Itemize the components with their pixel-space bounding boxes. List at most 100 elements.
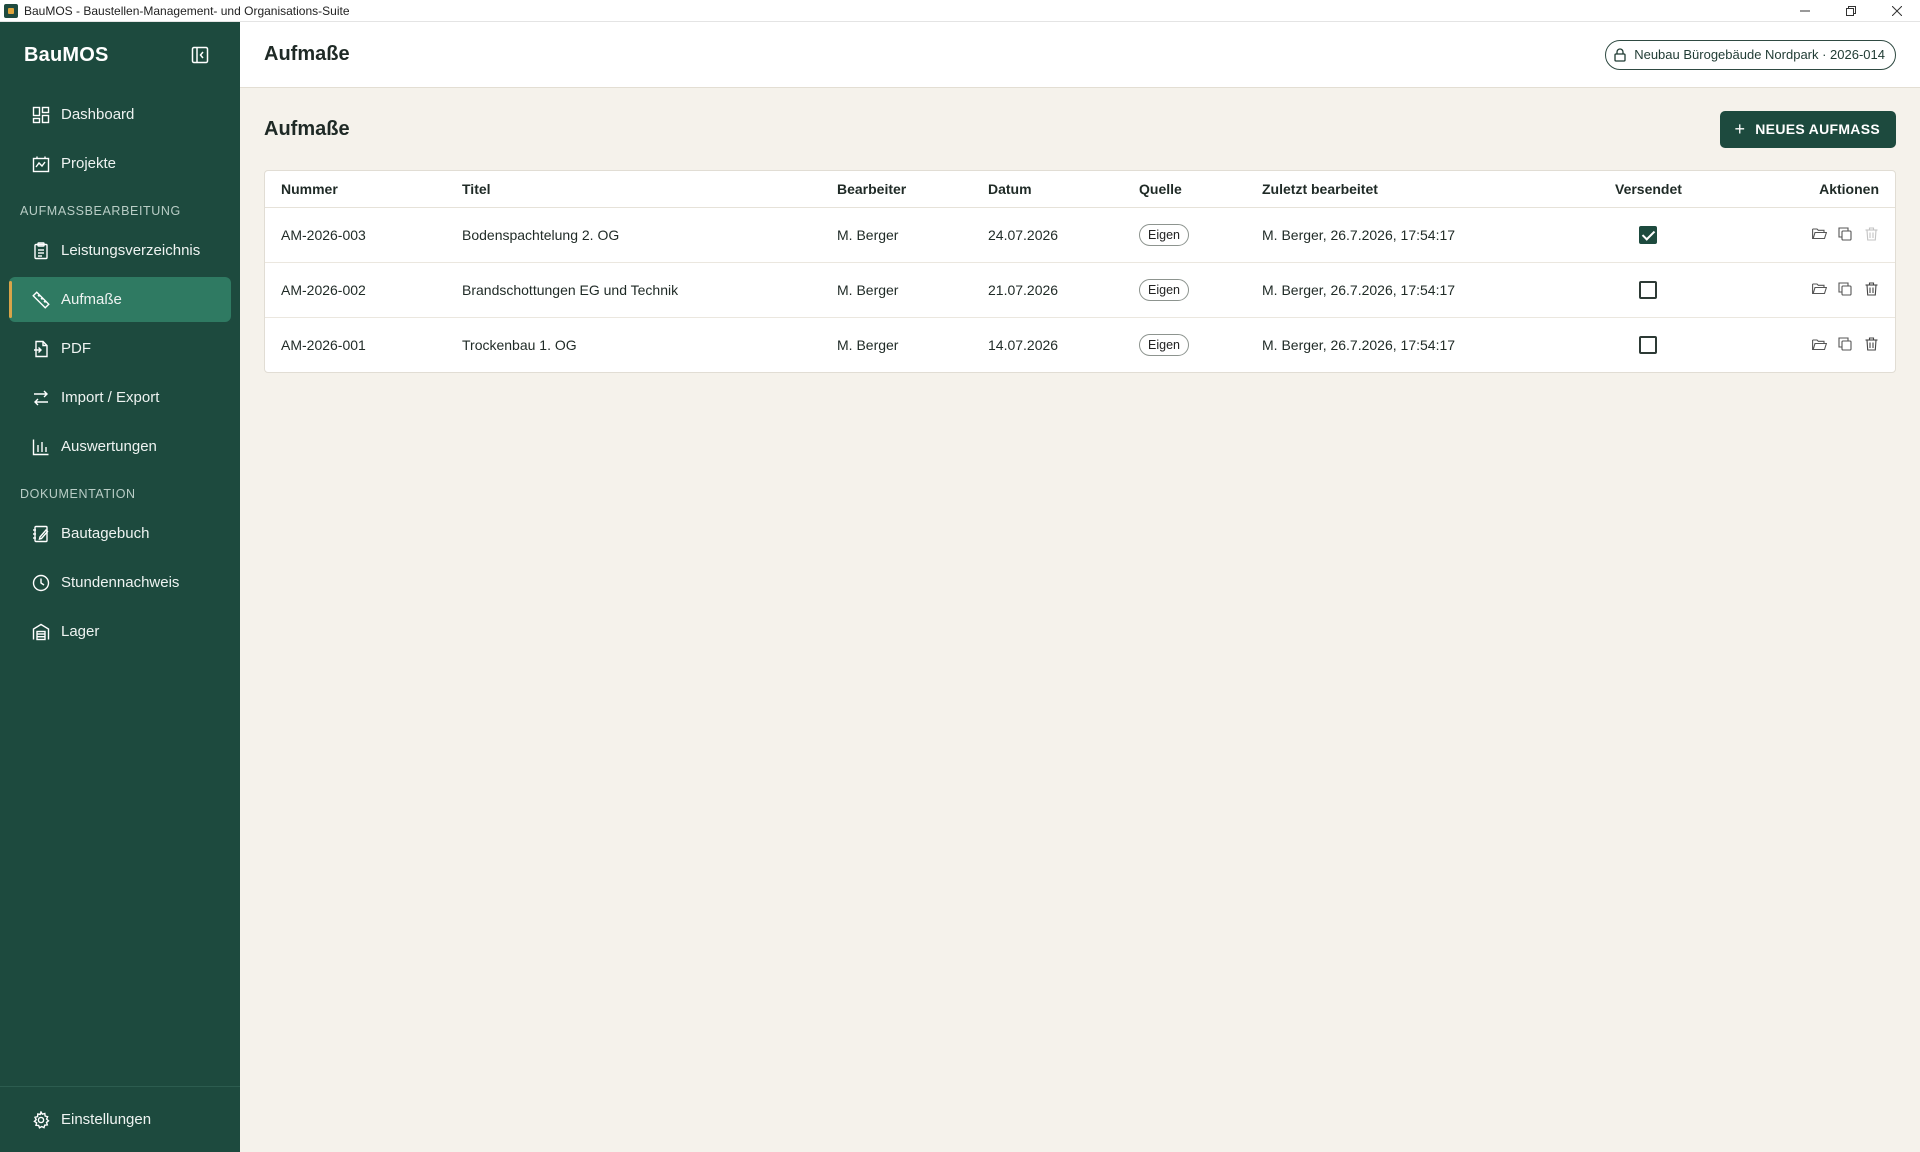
aufmass-table: Nummer Titel Bearbeiter Datum Quelle Zul… [265,171,1895,372]
sidebar: BauMOS Dashboard Projekte AUFMASSBEARBEI… [0,22,240,1152]
header-title: Aufmaße [264,43,350,65]
minimize-icon[interactable] [1782,0,1828,22]
window-titlebar: BauMOS - Baustellen-Management- und Orga… [0,0,1920,22]
sidebar-item-stundennachweis[interactable]: Stundennachweis [9,560,231,605]
close-icon[interactable] [1874,0,1920,22]
sidebar-item-pdf[interactable]: PDF [9,326,231,371]
cell-versendet [1599,262,1698,318]
open-folder-icon[interactable] [1811,226,1827,242]
column-header-quelle[interactable]: Quelle [1123,171,1246,208]
delete-icon[interactable] [1863,281,1879,297]
restore-icon[interactable] [1828,0,1874,22]
sidebar-item-label: Bautagebuch [61,525,150,542]
cell-versendet [1599,317,1698,372]
sidebar-item-auswertungen[interactable]: Auswertungen [9,424,231,469]
source-badge: Eigen [1139,278,1189,301]
cell-aktionen [1697,262,1895,318]
cell-nummer: AM-2026-002 [265,262,446,318]
cell-titel: Brandschottungen EG und Technik [446,262,821,318]
sidebar-item-einstellungen[interactable]: Einstellungen [9,1097,231,1142]
open-folder-icon[interactable] [1811,336,1827,352]
sidebar-item-leistungsverzeichnis[interactable]: Leistungsverzeichnis [9,228,231,273]
sidebar-item-label: Projekte [61,155,117,172]
cell-versendet [1599,207,1698,263]
sidebar-footer: Einstellungen [0,1086,240,1152]
sidebar-item-label: PDF [61,340,91,357]
dashboard-icon [31,105,51,125]
sidebar-item-lager[interactable]: Lager [9,609,231,654]
sidebar-item-label: Lager [61,623,100,640]
brand-row: BauMOS [0,22,240,88]
cell-bearbeiter: M. Berger [821,262,972,318]
table-row[interactable]: AM-2026-002 Brandschottungen EG und Tech… [265,262,1895,318]
table-row[interactable]: AM-2026-003 Bodenspachtelung 2. OG M. Be… [265,207,1895,263]
column-header-bearbeiter[interactable]: Bearbeiter [821,171,972,208]
clipboard-icon [31,241,51,261]
source-badge: Eigen [1139,333,1189,356]
column-header-aktionen: Aktionen [1697,171,1895,208]
column-header-zuletzt[interactable]: Zuletzt bearbeitet [1246,171,1599,208]
project-selector[interactable]: Neubau Bürogebäude Nordpark · 2026-014 [1605,39,1896,70]
versendet-checkbox[interactable] [1639,280,1658,299]
column-header-datum[interactable]: Datum [972,171,1123,208]
sidebar-item-import-export[interactable]: Import / Export [9,375,231,420]
new-aufmass-label: NEUES AUFMASS [1755,121,1880,137]
project-label: Neubau Bürogebäude Nordpark · 2026-014 [1634,47,1885,62]
warehouse-icon [31,622,51,642]
table-row[interactable]: AM-2026-001 Trockenbau 1. OG M. Berger 1… [265,317,1895,372]
sidebar-item-label: Dashboard [61,106,135,123]
window-controls [1782,0,1920,22]
cell-quelle: Eigen [1123,262,1246,318]
cell-zuletzt: M. Berger, 26.7.2026, 17:54:17 [1246,207,1599,263]
cell-bearbeiter: M. Berger [837,336,899,353]
sidebar-item-dashboard[interactable]: Dashboard [9,92,231,137]
sidebar-item-projekte[interactable]: Projekte [9,141,231,186]
cell-zuletzt: M. Berger, 26.7.2026, 17:54:17 [1246,262,1599,318]
cell-nummer: AM-2026-003 [265,207,446,263]
sidebar-item-label: Import / Export [61,389,160,406]
bar-chart-icon [31,437,51,457]
cell-datum: 24.07.2026 [972,207,1123,263]
cell-aktionen [1697,207,1895,263]
cell-nummer: AM-2026-001 [281,336,366,353]
cell-datum: 14.07.2026 [988,336,1059,353]
app-logo-icon [4,3,18,18]
cell-titel: Bodenspachtelung 2. OG [446,207,821,263]
brand-logo: BauMOS [24,43,109,66]
new-aufmass-button[interactable]: + NEUES AUFMASS [1720,110,1896,148]
swap-icon [31,388,51,408]
copy-icon[interactable] [1837,281,1853,297]
cell-quelle: Eigen [1123,207,1246,263]
versendet-checkbox[interactable] [1639,335,1658,354]
nav-section-dokumentation: DOKUMENTATION [20,487,136,501]
sidebar-item-bautagebuch[interactable]: Bautagebuch [9,511,231,556]
plus-icon: + [1734,119,1746,139]
open-folder-icon[interactable] [1811,281,1827,297]
sidebar-item-aufmasse[interactable]: Aufmaße [9,277,231,322]
sidebar-item-label: Auswertungen [61,438,157,455]
ruler-icon [31,290,51,310]
copy-icon[interactable] [1837,336,1853,352]
versendet-checkbox[interactable] [1639,225,1658,244]
cell-zuletzt: M. Berger, 26.7.2026, 17:54:17 [1262,336,1456,353]
main-content: Aufmaße + NEUES AUFMASS Nummer Titel Bea… [264,88,1896,373]
delete-icon[interactable] [1863,226,1879,242]
cell-aktionen [1698,317,1895,372]
window-title: BauMOS - Baustellen-Management- und Orga… [24,3,350,18]
nav-section-aufmass: AUFMASSBEARBEITUNG [20,204,181,218]
copy-icon[interactable] [1837,226,1853,242]
main-head: Aufmaße + NEUES AUFMASS [264,88,1896,170]
delete-icon[interactable] [1863,336,1879,352]
clock-icon [31,573,51,593]
cell-titel: Trockenbau 1. OG [462,336,577,353]
aufmass-table-card: Nummer Titel Bearbeiter Datum Quelle Zul… [264,170,1896,373]
sidebar-item-label: Einstellungen [61,1111,152,1128]
gear-icon [31,1110,51,1130]
sidebar-collapse-icon[interactable] [190,45,210,65]
pdf-icon [31,339,51,359]
column-header-titel[interactable]: Titel [446,171,821,208]
projects-icon [31,154,51,174]
sidebar-item-label: Aufmaße [61,291,122,308]
column-header-versendet[interactable]: Versendet [1599,171,1698,208]
column-header-nummer[interactable]: Nummer [265,171,446,208]
